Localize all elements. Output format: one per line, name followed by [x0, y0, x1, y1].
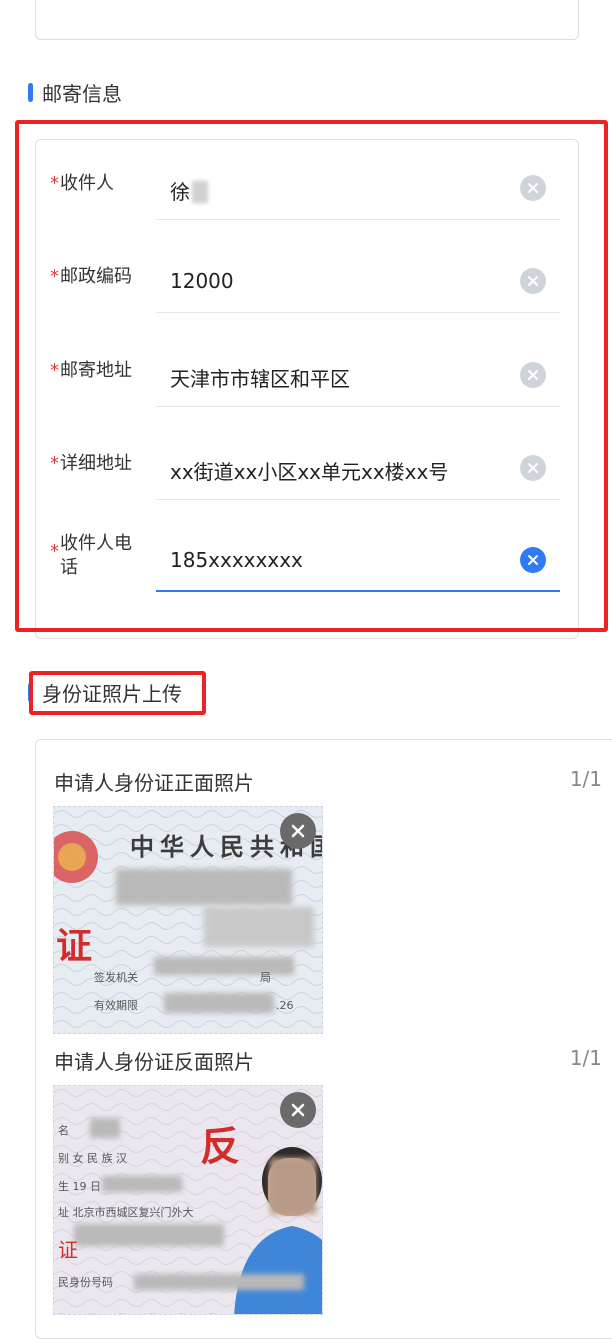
redacted-block	[154, 957, 294, 975]
id-back-sex-line: 别 女 民 族 汉	[58, 1152, 127, 1165]
redacted-block	[116, 869, 292, 905]
back-photo-count: 1/1	[569, 1046, 602, 1070]
front-photo-count: 1/1	[569, 767, 602, 791]
redacted-face	[270, 1158, 316, 1214]
highlight-frame-mail-form	[15, 120, 608, 632]
redacted-block	[134, 1274, 304, 1290]
mail-section-title: 邮寄信息	[28, 78, 122, 107]
id-front-valid-label: 有效期限	[94, 999, 138, 1012]
section-accent-bar	[28, 83, 33, 102]
remove-photo-icon[interactable]	[280, 1092, 316, 1128]
id-back-birth-line: 生 19 日	[58, 1180, 101, 1193]
highlight-frame-id-title	[29, 671, 206, 715]
back-photo-title: 申请人身份证反面照片	[54, 1050, 254, 1074]
id-front-big-char: 证	[56, 925, 93, 967]
redacted-block	[102, 1176, 182, 1192]
id-front-photo[interactable]: 中华人民共和国 证 签发机关 局 有效期限 .26	[53, 806, 323, 1034]
mail-section-title-text: 邮寄信息	[42, 82, 122, 106]
id-back-id-label: 民身份号码	[58, 1276, 113, 1289]
id-front-valid-suffix: .26	[276, 999, 294, 1012]
id-front-issuer-suffix: 局	[260, 971, 271, 984]
redacted-block	[90, 1118, 120, 1138]
id-back-name-label: 名	[58, 1124, 69, 1137]
redacted-block	[204, 907, 314, 947]
id-back-address-line: 址 北京市西城区复兴门外大	[58, 1206, 194, 1219]
id-back-photo[interactable]: 反 名 别 女 民 族 汉 生 19 日 址 北京市西城区复兴门外大 证 民身份…	[53, 1085, 323, 1315]
id-back-side-char: 证	[58, 1238, 78, 1262]
id-front-issuer-label: 签发机关	[94, 971, 138, 984]
remove-photo-icon[interactable]	[280, 813, 316, 849]
id-back-big-char: 反	[200, 1123, 240, 1170]
front-photo-title: 申请人身份证正面照片	[54, 771, 254, 795]
previous-section-card	[35, 0, 579, 40]
redacted-block	[74, 1224, 224, 1246]
redacted-block	[164, 993, 274, 1013]
